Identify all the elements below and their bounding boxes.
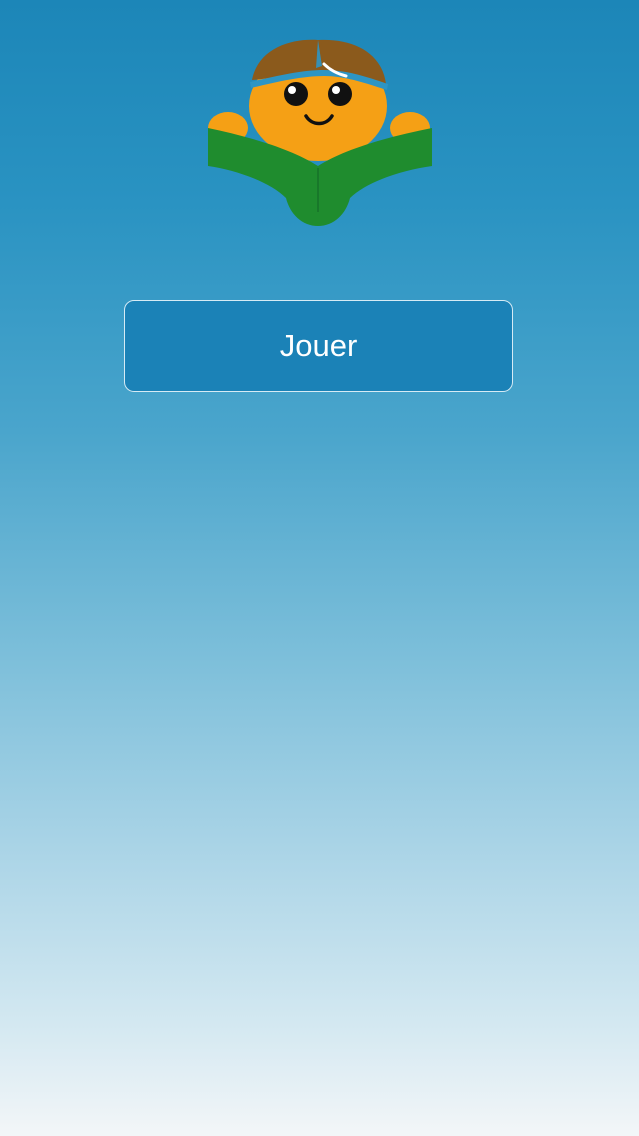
child-reading-book-icon: [208, 39, 432, 226]
play-button[interactable]: Jouer: [124, 300, 513, 392]
logo: [206, 36, 434, 226]
home-screen: Jouer: [0, 0, 639, 1136]
